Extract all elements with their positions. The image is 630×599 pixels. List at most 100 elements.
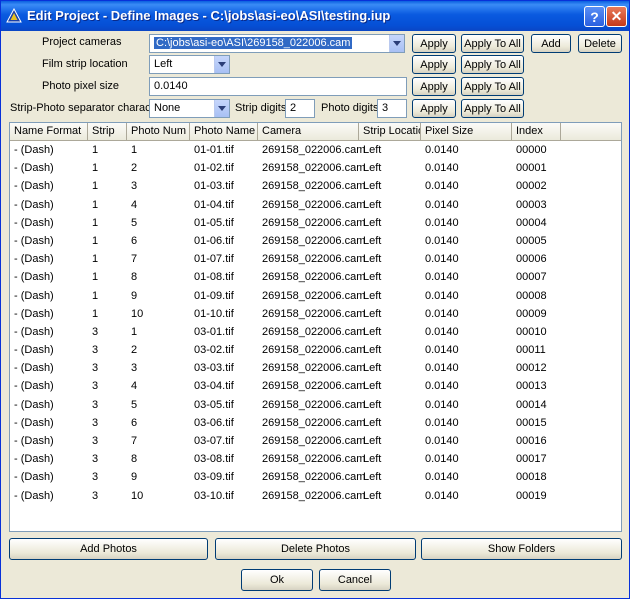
- table-row[interactable]: - (Dash) 1 7 01-07.tif 269158_022006.cam Left…: [10, 250, 621, 268]
- table-cell: 0.0140: [425, 453, 459, 466]
- table-row[interactable]: - (Dash) 1 1 01-01.tif 269158_022006.cam Left…: [10, 141, 621, 159]
- table-cell: 3: [131, 362, 138, 375]
- delete-photos-button[interactable]: Delete Photos: [215, 538, 416, 560]
- col-header-index[interactable]: Index: [512, 123, 561, 140]
- table-cell: 01-08.tif: [194, 271, 234, 284]
- table-cell: Left: [363, 198, 382, 211]
- table-cell: 01-01.tif: [194, 144, 234, 156]
- table-cell: Left: [363, 398, 382, 411]
- table-row[interactable]: - (Dash) 1 3 01-03.tif 269158_022006.cam Left…: [10, 177, 621, 195]
- table-cell: - (Dash): [14, 234, 54, 247]
- table-cell: 3: [92, 380, 99, 393]
- table-cell: 0.0140: [425, 380, 459, 393]
- delete-camera-button[interactable]: Delete: [578, 34, 622, 53]
- col-header-pixel-size[interactable]: Pixel Size: [421, 123, 512, 140]
- table-row[interactable]: - (Dash) 3 10 03-10.tif 269158_022006.cam Lef…: [10, 487, 621, 505]
- pixel-size-apply-all-button[interactable]: Apply To All: [461, 77, 524, 96]
- col-header-photo-name[interactable]: Photo Name: [190, 123, 258, 140]
- table-cell: 9: [131, 289, 138, 302]
- table-cell: 03-09.tif: [194, 471, 234, 484]
- table-row[interactable]: - (Dash) 1 5 01-05.tif 269158_022006.cam Left…: [10, 214, 621, 232]
- table-cell: 269158_022006.cam: [262, 489, 366, 502]
- table-cell: Left: [363, 216, 382, 229]
- table-cell: - (Dash): [14, 398, 54, 411]
- col-header-strip[interactable]: Strip: [88, 123, 127, 140]
- title-bar[interactable]: Edit Project - Define Images - C:\jobs\a…: [1, 1, 629, 31]
- table-row[interactable]: - (Dash) 3 6 03-06.tif 269158_022006.cam Left…: [10, 414, 621, 432]
- table-cell: 0.0140: [425, 162, 459, 175]
- table-cell: - (Dash): [14, 289, 54, 302]
- table-row[interactable]: - (Dash) 3 8 03-08.tif 269158_022006.cam Left…: [10, 450, 621, 468]
- col-header-camera[interactable]: Camera: [258, 123, 359, 140]
- close-icon: ✕: [610, 8, 623, 24]
- table-cell: 00003: [516, 198, 547, 211]
- table-row[interactable]: - (Dash) 1 4 01-04.tif 269158_022006.cam Left…: [10, 196, 621, 214]
- table-cell: 1: [92, 307, 99, 320]
- table-cell: Left: [363, 380, 382, 393]
- table-cell: 00010: [516, 325, 547, 338]
- col-header-strip-location[interactable]: Strip Location: [359, 123, 421, 140]
- table-cell: 8: [131, 453, 138, 466]
- table-row[interactable]: - (Dash) 3 9 03-09.tif 269158_022006.cam Left…: [10, 468, 621, 486]
- table-row[interactable]: - (Dash) 1 9 01-09.tif 269158_022006.cam Left…: [10, 287, 621, 305]
- table-row[interactable]: - (Dash) 3 5 03-05.tif 269158_022006.cam Left…: [10, 396, 621, 414]
- strip-digits-input[interactable]: 2: [285, 99, 315, 118]
- add-camera-button[interactable]: Add: [531, 34, 571, 53]
- table-cell: 8: [131, 271, 138, 284]
- table-cell: 0.0140: [425, 307, 459, 320]
- col-header-name-format[interactable]: Name Format: [10, 123, 88, 140]
- help-button[interactable]: ?: [584, 6, 605, 27]
- table-cell: - (Dash): [14, 344, 54, 357]
- pixel-size-input[interactable]: 0.0140: [149, 77, 407, 96]
- table-row[interactable]: - (Dash) 3 4 03-04.tif 269158_022006.cam Left…: [10, 377, 621, 395]
- table-cell: 1: [92, 289, 99, 302]
- chevron-down-icon[interactable]: [389, 35, 404, 52]
- table-cell: Left: [363, 489, 382, 502]
- table-cell: 5: [131, 398, 138, 411]
- cancel-button[interactable]: Cancel: [319, 569, 391, 591]
- table-cell: 269158_022006.cam: [262, 453, 366, 466]
- table-row[interactable]: - (Dash) 3 1 03-01.tif 269158_022006.cam Left…: [10, 323, 621, 341]
- table-cell: 01-02.tif: [194, 162, 234, 175]
- table-cell: 00012: [516, 362, 547, 375]
- add-photos-button[interactable]: Add Photos: [9, 538, 208, 560]
- film-strip-select[interactable]: Left: [149, 55, 230, 74]
- col-header-photo-num[interactable]: Photo Num: [127, 123, 190, 140]
- images-table[interactable]: Name Format Strip Photo Num Photo Name C…: [9, 122, 622, 532]
- table-row[interactable]: - (Dash) 3 3 03-03.tif 269158_022006.cam Left…: [10, 359, 621, 377]
- show-folders-button[interactable]: Show Folders: [421, 538, 622, 560]
- table-row[interactable]: - (Dash) 1 2 01-02.tif 269158_022006.cam Left…: [10, 159, 621, 177]
- table-row[interactable]: - (Dash) 1 10 01-10.tif 269158_022006.cam Lef…: [10, 305, 621, 323]
- table-cell: Left: [363, 307, 382, 320]
- separator-select[interactable]: None: [149, 99, 230, 118]
- table-cell: - (Dash): [14, 271, 54, 284]
- table-cell: - (Dash): [14, 144, 54, 156]
- chevron-down-icon[interactable]: [214, 100, 229, 117]
- cameras-apply-button[interactable]: Apply: [412, 34, 456, 53]
- digits-apply-all-button[interactable]: Apply To All: [461, 99, 524, 118]
- film-strip-apply-button[interactable]: Apply: [412, 55, 456, 74]
- table-cell: Left: [363, 471, 382, 484]
- ok-button[interactable]: Ok: [241, 569, 313, 591]
- close-button[interactable]: ✕: [606, 6, 627, 27]
- cameras-apply-all-button[interactable]: Apply To All: [461, 34, 524, 53]
- chevron-down-icon[interactable]: [214, 56, 229, 73]
- table-cell: 1: [92, 162, 99, 175]
- table-row[interactable]: - (Dash) 1 6 01-06.tif 269158_022006.cam Left…: [10, 232, 621, 250]
- digits-apply-button[interactable]: Apply: [412, 99, 456, 118]
- pixel-size-apply-button[interactable]: Apply: [412, 77, 456, 96]
- film-strip-apply-all-button[interactable]: Apply To All: [461, 55, 524, 74]
- table-cell: 7: [131, 435, 138, 447]
- photo-digits-input[interactable]: 3: [377, 99, 407, 118]
- table-cell: - (Dash): [14, 380, 54, 393]
- table-cell: 01-07.tif: [194, 253, 234, 266]
- table-row[interactable]: - (Dash) 3 7 03-07.tif 269158_022006.cam Left…: [10, 432, 621, 450]
- table-row[interactable]: - (Dash) 3 2 03-02.tif 269158_022006.cam Left…: [10, 341, 621, 359]
- table-row[interactable]: - (Dash) 1 8 01-08.tif 269158_022006.cam Left…: [10, 268, 621, 286]
- table-cell: 03-04.tif: [194, 380, 234, 393]
- pixel-size-label: Photo pixel size: [42, 80, 120, 92]
- table-cell: - (Dash): [14, 489, 54, 502]
- table-cell: 1: [131, 144, 138, 156]
- project-cameras-select[interactable]: C:\jobs\asi-eo\ASI\269158_022006.cam: [149, 34, 405, 53]
- table-cell: - (Dash): [14, 253, 54, 266]
